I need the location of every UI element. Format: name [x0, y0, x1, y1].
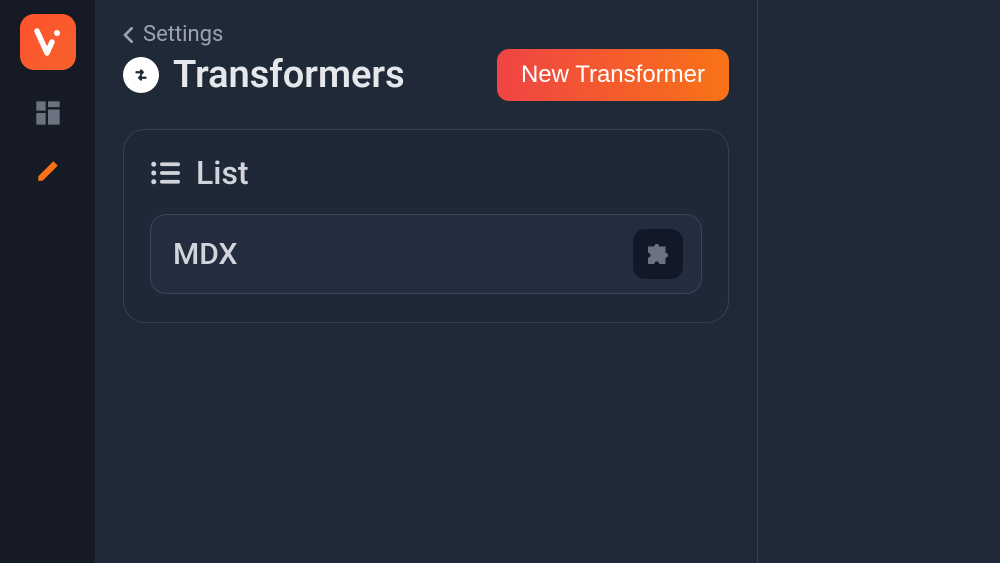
- card-header: List: [150, 154, 702, 192]
- transformers-list-card: List MDX: [123, 129, 729, 323]
- card-title: List: [196, 154, 249, 192]
- swap-icon: [130, 64, 152, 86]
- page-header: Transformers New Transformer: [123, 49, 729, 101]
- list-icon: [150, 159, 180, 187]
- detail-panel: [757, 0, 1000, 563]
- puzzle-icon: [643, 239, 673, 269]
- page-title-wrap: Transformers: [123, 53, 405, 97]
- pencil-icon: [35, 158, 61, 184]
- main-panel: Settings Transformers New Transformer: [95, 0, 757, 563]
- page-title: Transformers: [173, 53, 405, 97]
- breadcrumb-parent: Settings: [143, 22, 223, 47]
- logo-v-icon: [30, 24, 66, 60]
- new-transformer-button[interactable]: New Transformer: [497, 49, 729, 101]
- sidebar: [0, 0, 95, 563]
- plugin-badge: [633, 229, 683, 279]
- sidebar-item-edit[interactable]: [33, 156, 63, 186]
- chevron-left-icon: [123, 27, 135, 43]
- grid-icon: [34, 99, 62, 127]
- app-logo[interactable]: [20, 14, 76, 70]
- transformer-item[interactable]: MDX: [150, 214, 702, 294]
- sidebar-item-dashboard[interactable]: [33, 98, 63, 128]
- breadcrumb[interactable]: Settings: [123, 22, 729, 47]
- transformer-name: MDX: [173, 237, 237, 272]
- transformers-icon: [123, 57, 159, 93]
